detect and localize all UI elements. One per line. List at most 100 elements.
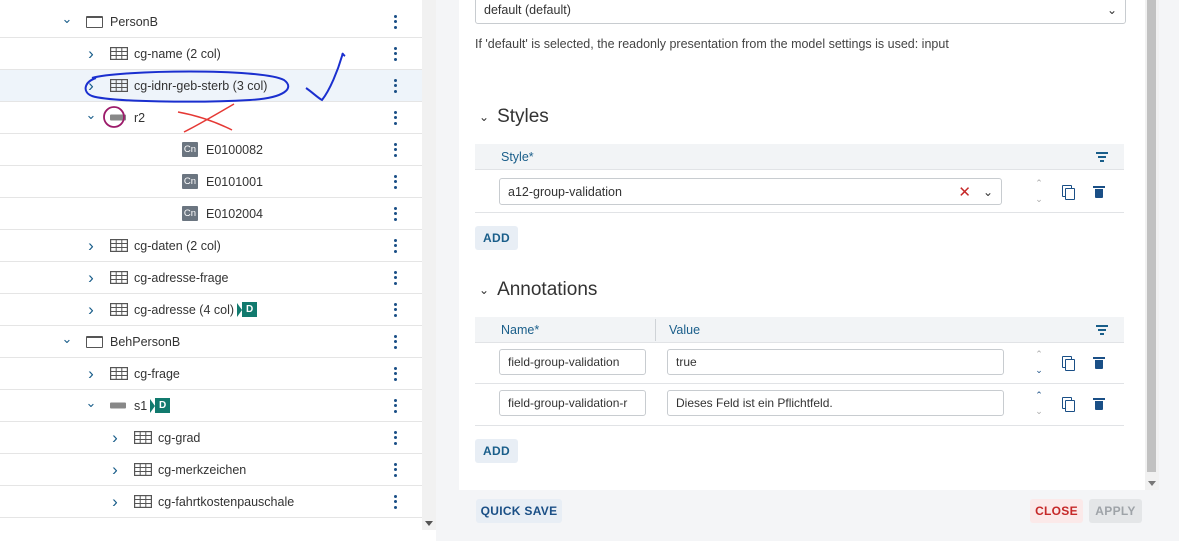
tree-row[interactable]: ⌄ BehPersonB	[0, 326, 422, 358]
value-column-header[interactable]: Value	[669, 323, 700, 337]
kebab-menu-icon[interactable]	[390, 334, 400, 350]
sort-up-icon[interactable]: ⌃	[1035, 390, 1043, 400]
styles-section-toggle[interactable]: ⌄ Styles	[479, 106, 549, 128]
chevron-right-icon[interactable]: ›	[108, 428, 122, 447]
chevron-right-icon[interactable]: ›	[84, 76, 98, 95]
tree-row[interactable]: › cg-grad	[0, 422, 422, 454]
apply-button[interactable]: APPLY	[1089, 499, 1142, 523]
row-reorder-control[interactable]: ⌃ ⌄	[1034, 178, 1044, 204]
chevron-down-icon[interactable]: ⌄	[983, 185, 993, 199]
add-style-button[interactable]: ADD	[475, 226, 518, 250]
scroll-down-arrow-icon[interactable]	[425, 521, 433, 526]
kebab-menu-icon[interactable]	[390, 238, 400, 254]
kebab-menu-icon[interactable]	[390, 78, 400, 94]
style-column-header[interactable]: Style*	[501, 150, 534, 164]
sort-down-icon[interactable]: ⌄	[1035, 194, 1043, 204]
style-row: a12-group-validation ✕ ⌄ ⌃ ⌄	[475, 170, 1124, 213]
control-icon: Cn	[182, 206, 198, 221]
kebab-menu-icon[interactable]	[390, 494, 400, 510]
kebab-menu-icon[interactable]	[390, 142, 400, 158]
kebab-menu-icon[interactable]	[390, 270, 400, 286]
annotation-row: field-group-validation true ⌃ ⌄	[475, 343, 1124, 384]
clear-icon[interactable]: ✕	[958, 183, 971, 201]
trash-icon[interactable]	[1093, 186, 1105, 198]
kebab-menu-icon[interactable]	[390, 430, 400, 446]
tree-row[interactable]: › cg-adresse-frage	[0, 262, 422, 294]
sort-up-icon[interactable]: ⌃	[1035, 178, 1043, 188]
annotations-section-toggle[interactable]: ⌄ Annotations	[479, 279, 597, 301]
row-reorder-control[interactable]: ⌃ ⌄	[1034, 390, 1044, 416]
copy-icon[interactable]	[1062, 185, 1075, 200]
sort-down-icon[interactable]: ⌄	[1035, 365, 1043, 375]
style-select[interactable]: a12-group-validation ✕ ⌄	[499, 178, 1002, 205]
add-annotation-button[interactable]: ADD	[475, 439, 518, 463]
scroll-thumb[interactable]	[1147, 0, 1156, 472]
annotations-table: Name* Value field-group-validation true …	[475, 317, 1124, 427]
chevron-down-icon[interactable]: ⌄	[84, 107, 98, 122]
sort-down-icon[interactable]: ⌄	[1035, 406, 1043, 416]
kebab-menu-icon[interactable]	[390, 174, 400, 190]
chevron-right-icon[interactable]: ›	[84, 364, 98, 383]
group-icon	[86, 15, 103, 28]
kebab-menu-icon[interactable]	[390, 14, 400, 30]
copy-icon[interactable]	[1062, 397, 1075, 412]
kebab-menu-icon[interactable]	[390, 302, 400, 318]
trash-icon[interactable]	[1093, 398, 1105, 410]
tree-row[interactable]: ⌄ r2	[0, 102, 422, 134]
row-reorder-control[interactable]: ⌃ ⌄	[1034, 349, 1044, 375]
tree-row[interactable]: › cg-fahrtkostenpauschale	[0, 486, 422, 518]
tree-row[interactable]: Cn E0101001	[0, 166, 422, 198]
tree-row[interactable]: › cg-idnr-geb-sterb (3 col)	[0, 70, 422, 102]
annotation-value-input[interactable]: Dieses Feld ist ein Pflichtfeld.	[667, 390, 1004, 416]
quick-save-button[interactable]: QUICK SAVE	[476, 499, 562, 523]
chevron-right-icon[interactable]: ›	[84, 268, 98, 287]
chevron-right-icon[interactable]: ›	[84, 44, 98, 63]
chevron-right-icon[interactable]: ›	[84, 236, 98, 255]
chevron-down-icon[interactable]: ⌄	[84, 395, 98, 410]
name-column-header[interactable]: Name*	[501, 323, 539, 337]
derived-badge: D	[150, 398, 171, 413]
tree-row-label: E0100082	[206, 142, 264, 157]
tree-scrollbar[interactable]	[422, 0, 436, 530]
close-button[interactable]: CLOSE	[1030, 499, 1083, 523]
chevron-right-icon[interactable]: ›	[108, 460, 122, 479]
dialog-scrollbar[interactable]	[1145, 0, 1159, 490]
kebab-menu-icon[interactable]	[390, 206, 400, 222]
table-icon	[110, 79, 128, 93]
kebab-menu-icon[interactable]	[390, 398, 400, 414]
filter-icon[interactable]	[1096, 152, 1108, 162]
tree-row[interactable]: ⌄ PersonB	[0, 6, 422, 38]
tree-row[interactable]: Cn E0100082	[0, 134, 422, 166]
scroll-down-arrow-icon[interactable]	[1148, 481, 1156, 486]
kebab-menu-icon[interactable]	[390, 46, 400, 62]
chevron-down-icon: ⌄	[479, 283, 490, 297]
kebab-menu-icon[interactable]	[390, 110, 400, 126]
tree-row-label: cg-adresse-frage	[134, 270, 229, 285]
annotations-table-header: Name* Value	[475, 317, 1124, 343]
tree-row[interactable]: › cg-daten (2 col)	[0, 230, 422, 262]
table-icon	[110, 271, 128, 285]
table-icon	[134, 463, 152, 477]
tree-row[interactable]: › cg-adresse (4 col) D	[0, 294, 422, 326]
tree-row-label: cg-merkzeichen	[158, 462, 247, 477]
trash-icon[interactable]	[1093, 357, 1105, 369]
annotation-name-input[interactable]: field-group-validation	[499, 349, 646, 375]
chevron-down-icon[interactable]: ⌄	[60, 331, 74, 346]
filter-icon[interactable]	[1096, 325, 1108, 335]
tree-row[interactable]: › cg-frage	[0, 358, 422, 390]
chevron-down-icon[interactable]: ⌄	[60, 11, 74, 26]
tree-row[interactable]: › cg-name (2 col)	[0, 38, 422, 70]
presentation-select[interactable]: default (default) ⌄	[475, 0, 1126, 24]
annotation-name-input[interactable]: field-group-validation-r	[499, 390, 646, 416]
kebab-menu-icon[interactable]	[390, 462, 400, 478]
styles-table: Style* a12-group-validation ✕ ⌄ ⌃ ⌄	[475, 144, 1124, 214]
tree-row[interactable]: ⌄ s1 D	[0, 390, 422, 422]
copy-icon[interactable]	[1062, 356, 1075, 371]
kebab-menu-icon[interactable]	[390, 366, 400, 382]
tree-row[interactable]: › cg-merkzeichen	[0, 454, 422, 486]
sort-up-icon[interactable]: ⌃	[1035, 349, 1043, 359]
tree-row[interactable]: Cn E0102004	[0, 198, 422, 230]
chevron-right-icon[interactable]: ›	[108, 492, 122, 511]
chevron-right-icon[interactable]: ›	[84, 300, 98, 319]
annotation-value-input[interactable]: true	[667, 349, 1004, 375]
